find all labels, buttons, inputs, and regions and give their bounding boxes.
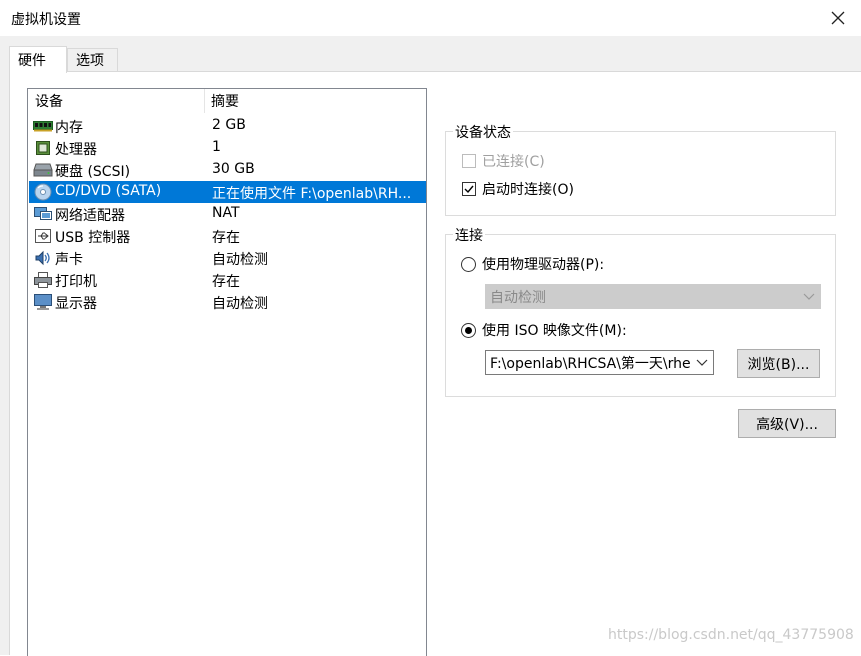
cd-dvd-icon [33, 183, 53, 201]
physical-drive-label: 使用物理驱动器(P): [482, 257, 605, 273]
connection-title: 连接 [453, 225, 485, 245]
connection-group: 连接 使用物理驱动器(P): 自动检测 使用 ISO 映像文件(M): F:\o… [445, 225, 836, 397]
dialog-client-area: 硬件 选项 设备 摘要 内存 2 GB 处理器 1 硬盘 (SCSI) 30 G… [0, 36, 861, 656]
device-name: 声卡 [55, 252, 83, 268]
column-header-summary-label: 摘要 [211, 94, 239, 110]
device-list[interactable]: 设备 摘要 内存 2 GB 处理器 1 硬盘 (SCSI) 30 GB CD/D… [27, 88, 427, 656]
tab-options-label: 选项 [76, 53, 104, 69]
column-header-device-label: 设备 [35, 94, 63, 110]
device-name: 打印机 [55, 274, 97, 290]
column-header-device[interactable]: 设备 [28, 89, 205, 113]
checkmark-icon [464, 185, 474, 194]
device-status-group: 设备状态 已连接(C) 启动时连接(O) [445, 122, 836, 216]
iso-image-radio[interactable] [461, 323, 476, 338]
device-row-network-adapter[interactable]: 网络适配器 NAT [29, 203, 426, 225]
chevron-down-icon [802, 290, 816, 304]
device-name: USB 控制器 [55, 230, 131, 246]
connect-at-power-on-checkbox[interactable] [462, 182, 476, 196]
processor-icon [33, 139, 53, 157]
chevron-down-icon [695, 356, 709, 370]
physical-drive-radio[interactable] [461, 257, 476, 272]
iso-image-label: 使用 ISO 映像文件(M): [482, 323, 627, 339]
browse-button[interactable]: 浏览(B)... [737, 349, 820, 378]
advanced-button[interactable]: 高级(V)... [738, 409, 836, 438]
device-row-harddisk[interactable]: 硬盘 (SCSI) 30 GB [29, 159, 426, 181]
device-name: 显示器 [55, 296, 97, 312]
device-name: 处理器 [55, 142, 97, 158]
device-summary: NAT [212, 205, 240, 221]
device-summary: 2 GB [212, 117, 246, 133]
display-icon [33, 293, 53, 311]
physical-drive-value: 自动检测 [490, 289, 546, 306]
close-button[interactable] [815, 0, 861, 36]
tab-options[interactable]: 选项 [67, 48, 118, 72]
device-name: CD/DVD (SATA) [55, 183, 162, 199]
watermark-text: https://blog.csdn.net/qq_43775908 [608, 627, 854, 643]
device-summary: 存在 [212, 230, 240, 246]
close-icon [831, 11, 845, 25]
hardware-panel: 设备 摘要 内存 2 GB 处理器 1 硬盘 (SCSI) 30 GB CD/D… [9, 71, 861, 656]
iso-path-value: F:\openlab\RHCSA\第一天\rhe [490, 355, 691, 372]
tab-hardware[interactable]: 硬件 [9, 46, 67, 73]
device-row-sound-card[interactable]: 声卡 自动检测 [29, 247, 426, 269]
device-row-memory[interactable]: 内存 2 GB [29, 115, 426, 137]
memory-icon [33, 117, 53, 135]
device-row-processor[interactable]: 处理器 1 [29, 137, 426, 159]
device-summary: 1 [212, 139, 221, 155]
device-summary: 存在 [212, 274, 240, 290]
device-name: 网络适配器 [55, 208, 125, 224]
connected-label: 已连接(C) [482, 154, 545, 170]
device-row-cd-dvd[interactable]: CD/DVD (SATA) 正在使用文件 F:\openlab\RH... [29, 181, 426, 203]
device-name: 内存 [55, 120, 83, 136]
device-row-usb-controller[interactable]: USB 控制器 存在 [29, 225, 426, 247]
title-bar: 虚拟机设置 [0, 0, 861, 36]
device-summary: 自动检测 [212, 252, 268, 268]
device-name: 硬盘 (SCSI) [55, 164, 131, 180]
usb-icon [33, 227, 53, 245]
advanced-button-label: 高级(V)... [756, 416, 818, 433]
window-title: 虚拟机设置 [11, 12, 81, 28]
device-summary: 30 GB [212, 161, 255, 177]
device-list-header: 设备 摘要 [28, 89, 426, 113]
network-adapter-icon [33, 205, 53, 223]
device-row-display[interactable]: 显示器 自动检测 [29, 291, 426, 313]
radio-selected-dot [465, 327, 472, 334]
iso-path-combo[interactable]: F:\openlab\RHCSA\第一天\rhe [485, 350, 714, 375]
connected-checkbox[interactable] [462, 154, 476, 168]
sound-card-icon [33, 249, 53, 267]
tab-hardware-label: 硬件 [18, 53, 46, 69]
harddisk-icon [33, 161, 53, 179]
device-status-title: 设备状态 [453, 122, 513, 142]
printer-icon [33, 271, 53, 289]
physical-drive-select[interactable]: 自动检测 [485, 284, 821, 309]
device-summary: 自动检测 [212, 296, 268, 312]
column-header-summary[interactable]: 摘要 [205, 89, 426, 113]
browse-button-label: 浏览(B)... [747, 356, 810, 373]
device-row-printer[interactable]: 打印机 存在 [29, 269, 426, 291]
connect-at-power-on-label: 启动时连接(O) [482, 182, 574, 198]
device-summary: 正在使用文件 F:\openlab\RH... [212, 186, 412, 202]
